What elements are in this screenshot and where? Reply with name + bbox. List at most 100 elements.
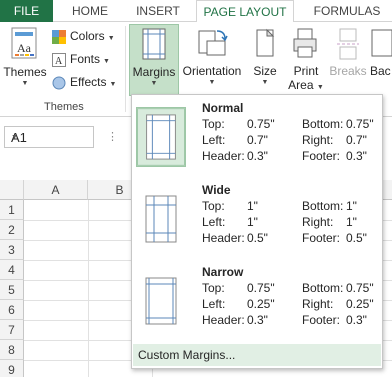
row-header[interactable]: 3 bbox=[0, 240, 24, 260]
tab-file[interactable]: FILE bbox=[0, 0, 53, 22]
right-value: 0.7" bbox=[346, 133, 367, 147]
row-header[interactable]: 9 bbox=[0, 360, 24, 377]
bottom-value: 0.75" bbox=[346, 117, 374, 131]
chevron-down-icon: ▼ bbox=[316, 84, 324, 91]
print-area-button[interactable]: Print Area ▼ bbox=[286, 24, 326, 92]
margin-preset-wide[interactable]: Wide Top: 1" Bottom: 1" Left: 1" Right: … bbox=[132, 179, 382, 259]
row-header[interactable]: 2 bbox=[0, 220, 24, 240]
left-label: Left: bbox=[202, 133, 226, 147]
margin-preview-icon bbox=[145, 195, 177, 243]
top-label: Top: bbox=[202, 281, 225, 295]
themes-button[interactable]: Aa Themes ▼ bbox=[2, 24, 48, 89]
header-value: 0.3" bbox=[247, 313, 268, 327]
fonts-label: Fonts bbox=[70, 52, 101, 66]
fonts-icon: A bbox=[52, 52, 66, 67]
footer-label: Footer: bbox=[302, 231, 341, 245]
chevron-down-icon: ▼ bbox=[107, 35, 115, 42]
colors-icon bbox=[52, 29, 66, 44]
preset-row: Top: 0.75" Bottom: 0.75" bbox=[202, 117, 382, 131]
header-value: 0.5" bbox=[247, 231, 268, 245]
print-area-icon bbox=[293, 28, 317, 58]
top-value: 1" bbox=[247, 199, 258, 213]
bottom-label: Bottom: bbox=[302, 199, 344, 213]
effects-icon bbox=[52, 76, 66, 90]
right-label: Right: bbox=[302, 215, 334, 229]
margins-button[interactable]: Margins ▼ bbox=[129, 24, 179, 96]
right-value: 0.25" bbox=[346, 297, 374, 311]
name-box[interactable]: A1 ▼ bbox=[4, 126, 94, 148]
top-label: Top: bbox=[202, 117, 225, 131]
chevron-down-icon: ▼ bbox=[109, 81, 117, 88]
margins-dropdown: Normal Top: 0.75" Bottom: 0.75" Left: 0.… bbox=[131, 94, 383, 369]
row-header[interactable]: 4 bbox=[0, 260, 24, 280]
effects-button[interactable]: Effects ▼ bbox=[52, 72, 116, 92]
preset-name: Wide bbox=[202, 183, 231, 197]
footer-label: Footer: bbox=[302, 149, 341, 163]
left-label: Left: bbox=[202, 297, 226, 311]
orientation-label: Orientation bbox=[182, 64, 242, 78]
colors-button[interactable]: Colors ▼ bbox=[52, 26, 115, 46]
tab-insert[interactable]: INSERT bbox=[127, 0, 189, 22]
orientation-icon bbox=[198, 30, 228, 56]
grid-line bbox=[88, 200, 89, 377]
margin-preset-normal[interactable]: Normal Top: 0.75" Bottom: 0.75" Left: 0.… bbox=[132, 97, 382, 177]
chevron-down-icon: ▼ bbox=[150, 80, 158, 87]
right-value: 1" bbox=[346, 215, 357, 229]
footer-value: 0.3" bbox=[346, 149, 367, 163]
bottom-value: 1" bbox=[346, 199, 357, 213]
size-icon bbox=[256, 28, 275, 57]
print-area-label: Print Area ▼ bbox=[286, 64, 326, 92]
row-header[interactable]: 5 bbox=[0, 280, 24, 300]
margin-preview-icon bbox=[145, 277, 177, 325]
select-all-corner[interactable] bbox=[0, 180, 24, 200]
header-label: Header: bbox=[202, 149, 245, 163]
preset-row: Top: 0.75" Bottom: 0.75" bbox=[202, 281, 382, 295]
ribbon-tab-bar: FILE HOME INSERT PAGE LAYOUT FORMULAS bbox=[0, 0, 392, 23]
fonts-button[interactable]: A Fonts ▼ bbox=[52, 49, 110, 69]
preset-row: Top: 1" Bottom: 1" bbox=[202, 199, 382, 213]
preset-row: Left: 1" Right: 1" bbox=[202, 215, 382, 229]
svg-text:Aa: Aa bbox=[17, 41, 32, 55]
print-area-label-line1: Print bbox=[293, 64, 319, 78]
chevron-down-icon: ▼ bbox=[208, 79, 216, 86]
chevron-down-icon: ▼ bbox=[11, 134, 18, 141]
colors-label: Colors bbox=[70, 29, 105, 43]
bottom-label: Bottom: bbox=[302, 281, 344, 295]
background-icon bbox=[371, 29, 392, 57]
preset-row: Left: 0.25" Right: 0.25" bbox=[202, 297, 382, 311]
preset-row: Header: 0.3" Footer: 0.3" bbox=[202, 313, 382, 327]
chevron-down-icon: ▼ bbox=[261, 79, 269, 86]
row-header[interactable]: 6 bbox=[0, 300, 24, 320]
size-button[interactable]: Size ▼ bbox=[248, 24, 282, 88]
tab-home[interactable]: HOME bbox=[60, 0, 120, 22]
row-header[interactable]: 1 bbox=[0, 200, 24, 220]
background-button[interactable]: Bac bbox=[370, 24, 392, 78]
tab-formulas[interactable]: FORMULAS bbox=[302, 0, 392, 22]
preset-name: Normal bbox=[202, 101, 244, 115]
themes-label: Themes bbox=[3, 65, 47, 79]
chevron-down-icon: ▼ bbox=[21, 80, 29, 87]
custom-margins-menu-item[interactable]: Custom Margins... bbox=[133, 344, 381, 366]
footer-value: 0.3" bbox=[346, 313, 367, 327]
breaks-icon bbox=[337, 28, 359, 60]
margins-label: Margins bbox=[132, 65, 176, 79]
orientation-button[interactable]: Orientation ▼ bbox=[180, 24, 244, 88]
margin-preset-narrow[interactable]: Narrow Top: 0.75" Bottom: 0.75" Left: 0.… bbox=[132, 261, 382, 341]
themes-icon: Aa bbox=[11, 27, 37, 59]
margins-icon bbox=[142, 28, 166, 60]
preset-row: Header: 0.5" Footer: 0.5" bbox=[202, 231, 382, 245]
column-header-a[interactable]: A bbox=[24, 180, 88, 200]
header-value: 0.3" bbox=[247, 149, 268, 163]
breaks-button[interactable]: Breaks bbox=[328, 24, 368, 78]
formula-bar-grip-icon: ⋮ bbox=[107, 131, 119, 143]
header-label: Header: bbox=[202, 231, 245, 245]
row-header[interactable]: 8 bbox=[0, 340, 24, 360]
preset-row: Left: 0.7" Right: 0.7" bbox=[202, 133, 382, 147]
preset-row: Header: 0.3" Footer: 0.3" bbox=[202, 149, 382, 163]
footer-label: Footer: bbox=[302, 313, 341, 327]
margin-preview-icon bbox=[136, 107, 186, 167]
preset-name: Narrow bbox=[202, 265, 244, 279]
background-label: Bac bbox=[370, 64, 391, 78]
tab-page-layout[interactable]: PAGE LAYOUT bbox=[196, 0, 294, 23]
row-header[interactable]: 7 bbox=[0, 320, 24, 340]
